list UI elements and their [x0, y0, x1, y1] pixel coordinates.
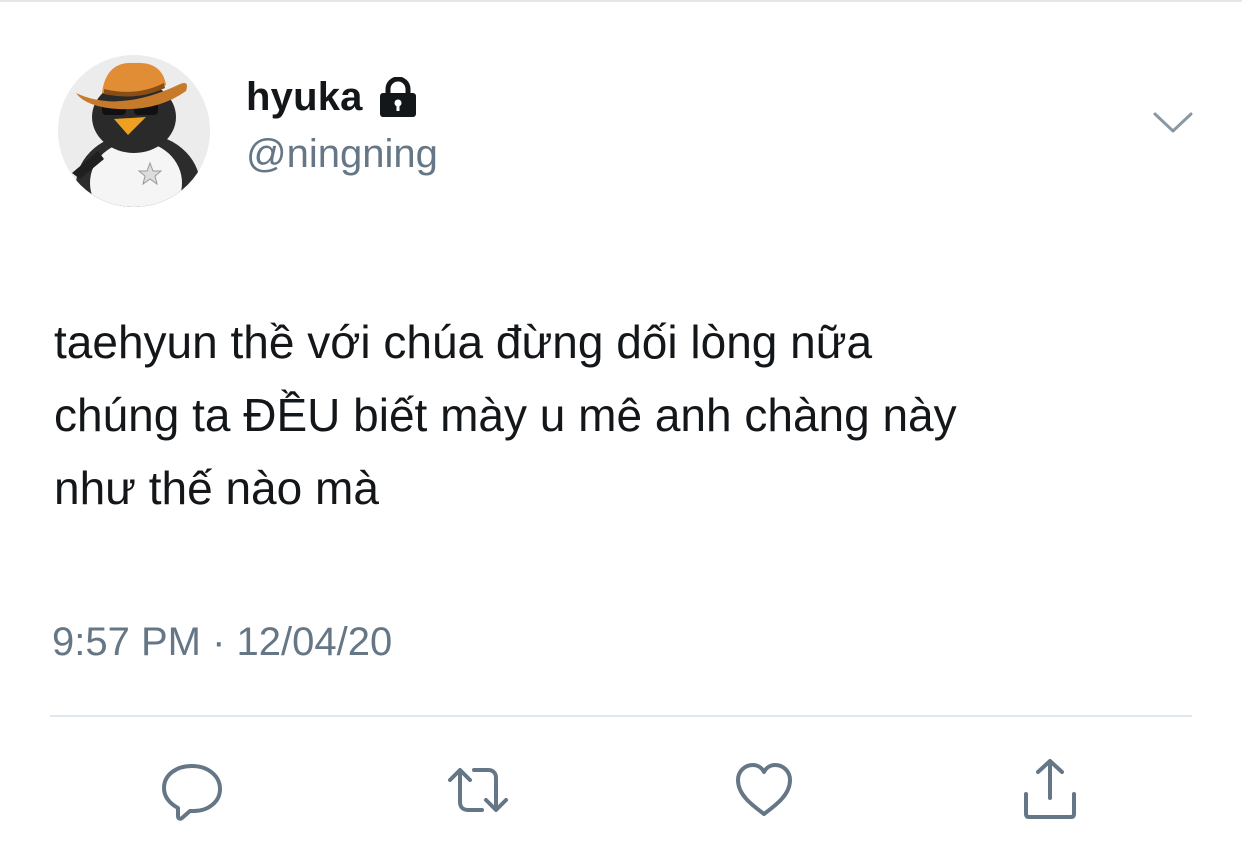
like-button[interactable]	[732, 758, 796, 822]
name-row: hyuka	[246, 72, 419, 122]
display-name[interactable]: hyuka	[246, 75, 363, 120]
share-icon	[1024, 759, 1076, 819]
like-icon	[736, 763, 792, 816]
tweet-text: taehyun thề với chúa đừng dối lòng nữa c…	[54, 316, 957, 514]
retweet-button[interactable]	[446, 758, 510, 822]
reply-button[interactable]	[160, 758, 224, 822]
reply-icon	[162, 764, 222, 821]
actions-divider	[50, 715, 1192, 717]
chevron-down-icon[interactable]	[1152, 108, 1194, 138]
retweet-icon	[448, 768, 508, 812]
lock-icon	[377, 77, 419, 117]
username-handle[interactable]: @ningning	[246, 132, 438, 177]
avatar[interactable]	[58, 55, 210, 207]
penguin-avatar-icon	[58, 55, 210, 207]
tweet-timestamp[interactable]: 9:57 PM · 12/04/20	[52, 620, 392, 665]
share-button[interactable]	[1018, 758, 1082, 822]
top-divider	[0, 0, 1242, 2]
